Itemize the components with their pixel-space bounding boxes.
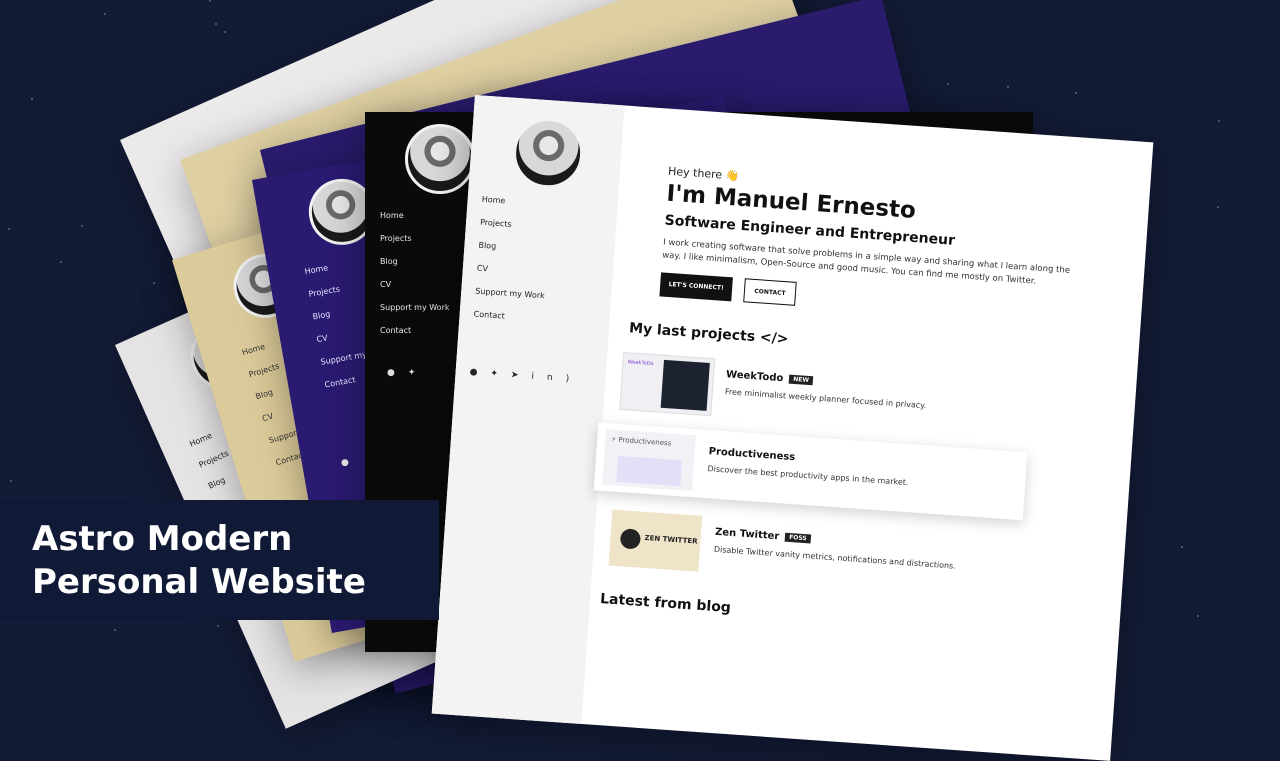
project-description: Disable Twitter vanity metrics, notifica… [713, 544, 957, 571]
star [60, 261, 62, 263]
star [209, 0, 211, 2]
greeting: Hey there 👋 [667, 164, 740, 183]
star [224, 31, 226, 33]
star [215, 23, 217, 25]
twitter-icon[interactable]: ✦ [408, 368, 429, 378]
nav-projects[interactable]: Projects [380, 227, 450, 250]
star [1007, 86, 1009, 88]
banner-title: Astro Modern Personal Website [32, 518, 366, 604]
project-badge: NEW [788, 374, 814, 385]
project-card[interactable]: ZEN TWITTER Zen Twitter FOSS Disable Twit… [600, 503, 1004, 599]
project-title: WeekTodo NEW [726, 369, 814, 386]
star [217, 625, 219, 627]
project-thumbnail: WeekToDo [619, 351, 716, 417]
rss-icon[interactable]: ) [565, 374, 582, 385]
project-description: Discover the best productivity apps in t… [707, 464, 909, 488]
star [1181, 546, 1183, 548]
linkedin-icon[interactable]: in [531, 372, 566, 384]
twitter-icon[interactable]: ✦ [490, 369, 511, 380]
project-badge: FOSS [784, 532, 812, 543]
nav-home[interactable]: Home [380, 204, 450, 227]
project-description: Free minimalist weekly planner focused i… [724, 387, 927, 411]
star [1218, 120, 1220, 122]
avatar [510, 115, 586, 191]
github-icon[interactable]: ● [387, 368, 408, 378]
nav-contact[interactable]: Contact [380, 319, 450, 342]
star [8, 228, 10, 230]
star [31, 98, 33, 100]
nav-support[interactable]: Support my Work [380, 296, 450, 319]
github-icon[interactable]: ● [469, 367, 491, 378]
project-title: Productiveness [708, 446, 796, 464]
project-thumbnail: ⚡ Productiveness [602, 428, 696, 492]
banner-title-line2: Personal Website [32, 562, 366, 602]
star [1197, 615, 1199, 617]
projects-heading: My last projects </> [628, 320, 789, 348]
github-icon[interactable]: ● [341, 458, 362, 468]
star [114, 629, 116, 631]
thumbnail-text: WeekToDo [627, 359, 654, 368]
star [10, 480, 12, 482]
theme-card-white: Home Projects Blog CV Support my Work Co… [431, 95, 1154, 761]
star [104, 13, 106, 15]
star [153, 282, 155, 284]
thumbnail-text: ⚡ Productiveness [611, 435, 672, 448]
nav-blog[interactable]: Blog [380, 250, 450, 273]
blog-heading: Latest from blog [599, 590, 732, 617]
project-title: Zen Twitter FOSS [715, 527, 812, 545]
star [1075, 92, 1077, 94]
star [1217, 206, 1219, 208]
social-links: ●✦➤in) [469, 367, 582, 385]
star [81, 225, 83, 227]
thumbnail-text: ZEN TWITTER [644, 533, 698, 546]
telegram-icon[interactable]: ➤ [511, 370, 532, 381]
avatar [405, 124, 475, 194]
nav-cv[interactable]: CV [380, 273, 450, 296]
banner-title-line1: Astro Modern [32, 519, 293, 559]
lets-connect-button[interactable]: LET'S CONNECT! [659, 272, 733, 302]
star [947, 83, 949, 85]
sidebar-nav: Home Projects Blog CV Support my Work Co… [380, 204, 450, 342]
project-thumbnail: ZEN TWITTER [608, 509, 703, 572]
social-links: ●✦ [387, 368, 428, 378]
sidebar-nav: Home Projects Blog CV Support my Work Co… [473, 188, 552, 331]
contact-button[interactable]: CONTACT [743, 278, 797, 306]
